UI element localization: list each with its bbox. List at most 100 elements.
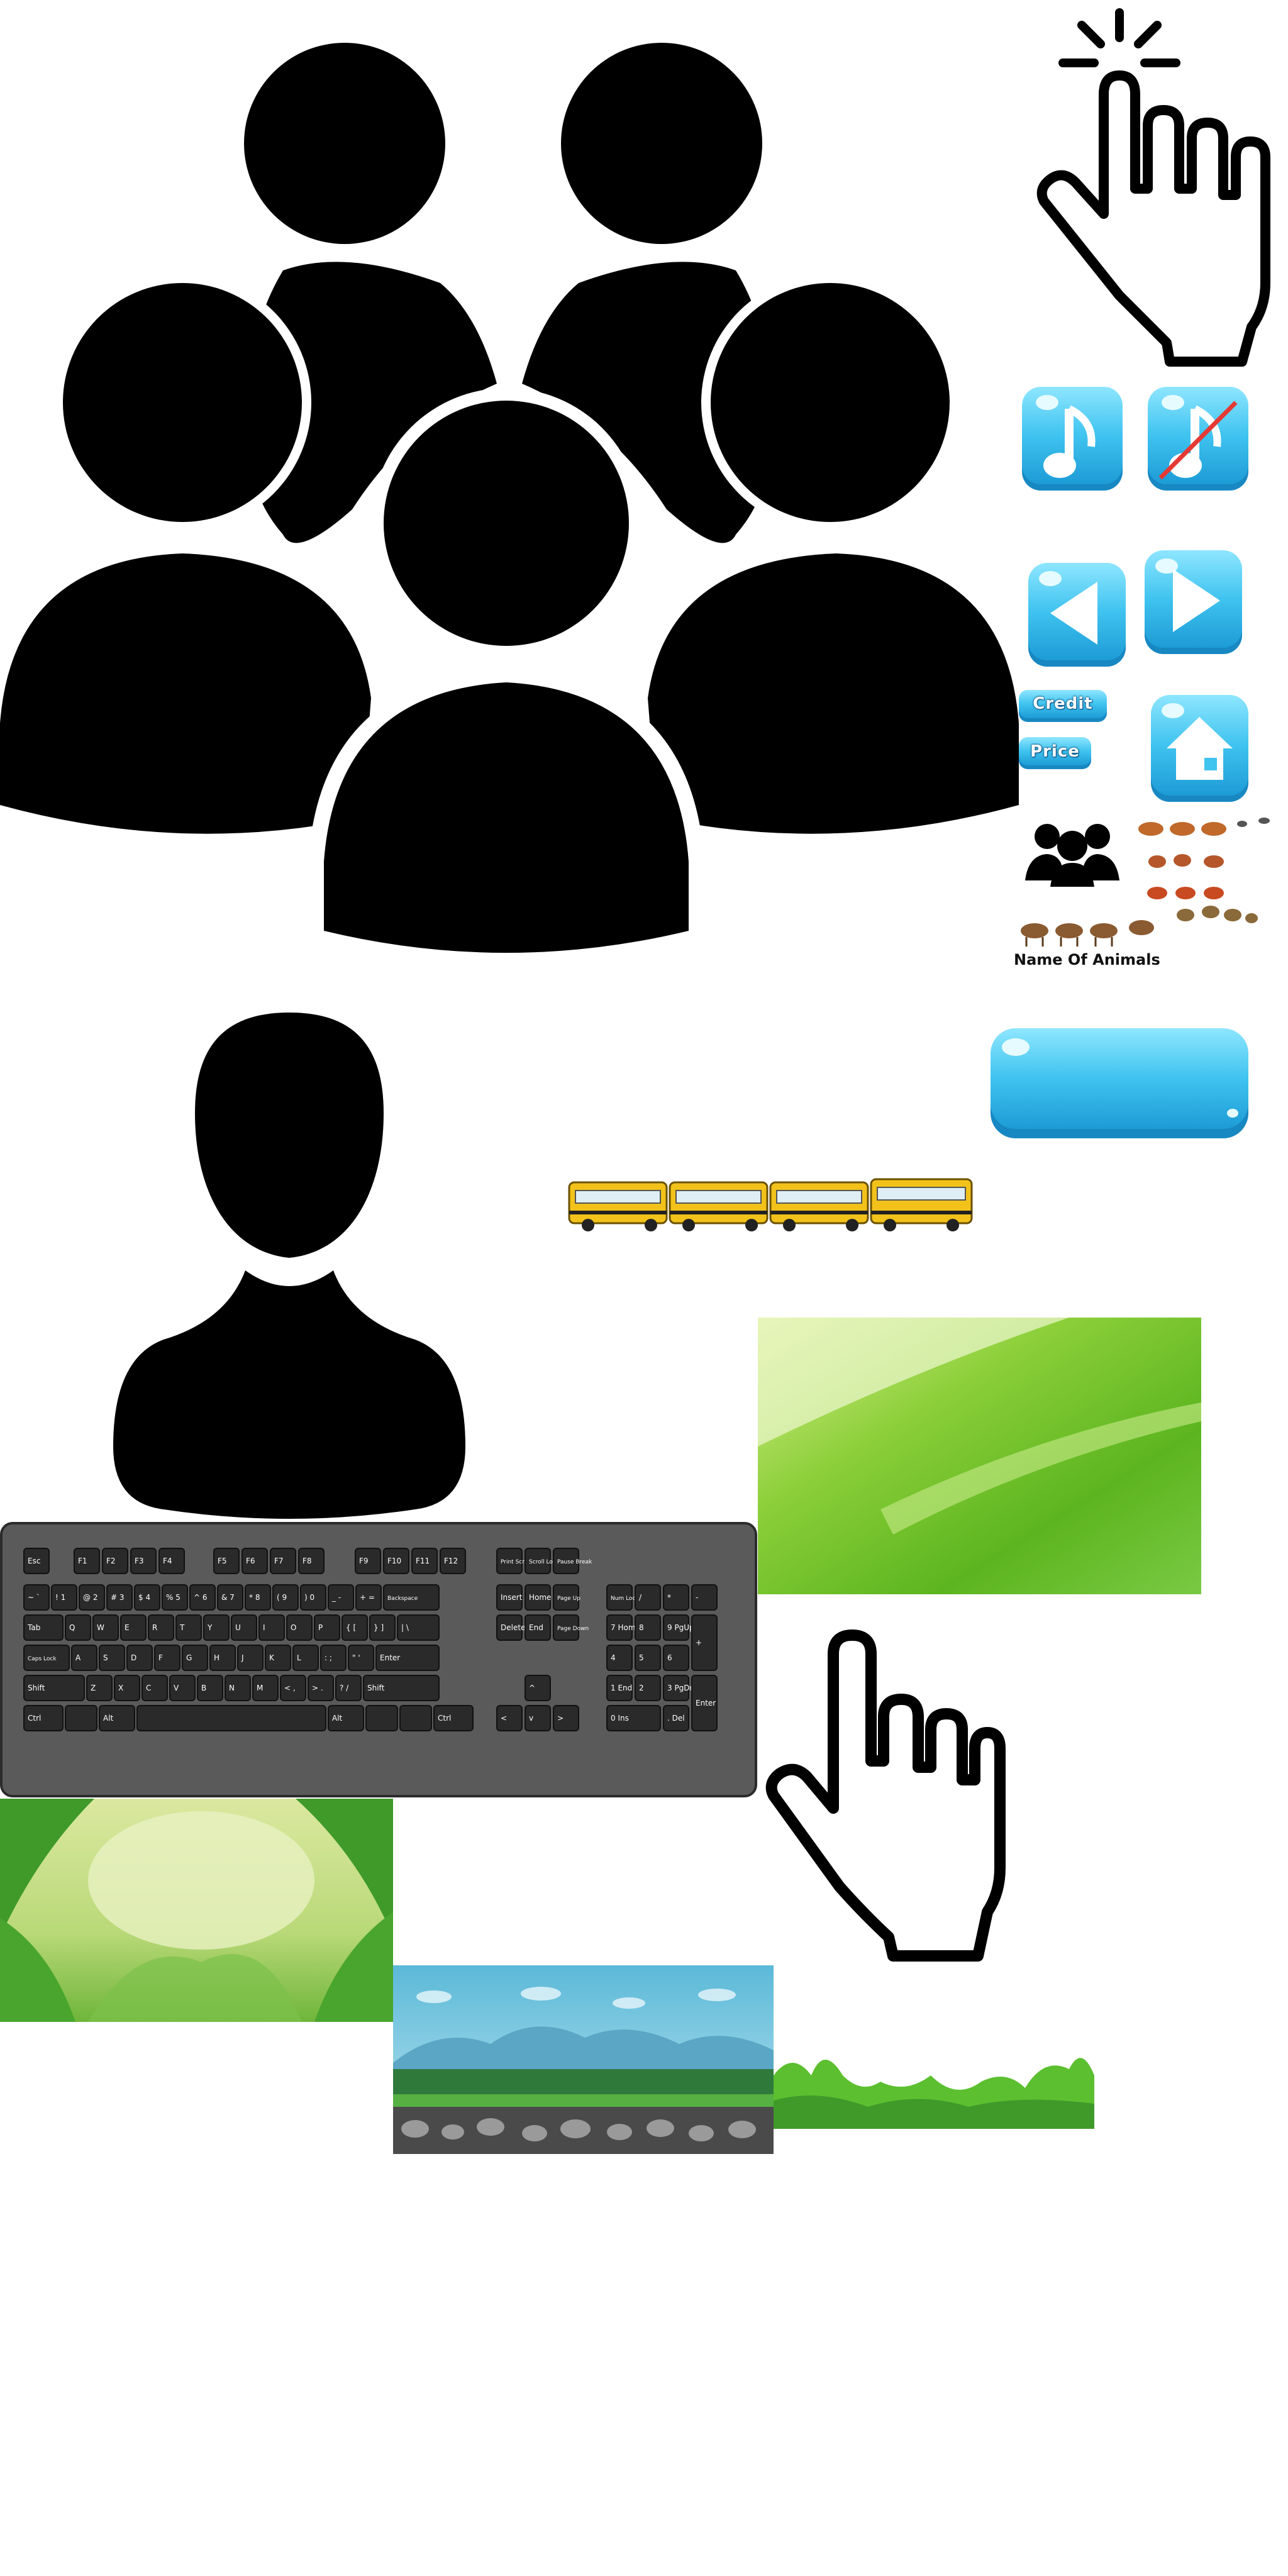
svg-text:Ctrl: Ctrl	[438, 1714, 451, 1723]
svg-text:Esc: Esc	[28, 1557, 40, 1565]
keyboard-key-numpad: 6	[663, 1645, 689, 1671]
svg-text:J: J	[241, 1653, 244, 1662]
svg-text:Tab: Tab	[27, 1623, 40, 1632]
svg-text:( 9: ( 9	[277, 1593, 287, 1602]
svg-text:Alt: Alt	[332, 1714, 343, 1723]
svg-text:F7: F7	[274, 1557, 284, 1565]
keyboard-key-numpad: Enter	[691, 1675, 718, 1731]
keyboard-key-function-row: F4	[158, 1548, 185, 1574]
svg-text:: ;: : ;	[325, 1653, 332, 1662]
keyboard-key-numpad: *	[663, 1584, 689, 1611]
previous-arrow-button-icon[interactable]	[1028, 563, 1126, 667]
keyboard-key-main: E	[120, 1614, 147, 1641]
keyboard-key-main: Shift	[363, 1675, 440, 1701]
keyboard-key-main: G	[182, 1645, 208, 1671]
keyboard-key-main: Z	[86, 1675, 113, 1701]
keyboard-key-main: ( 9	[272, 1584, 299, 1611]
svg-text:I: I	[263, 1623, 265, 1632]
keyboard-key-numpad: /	[635, 1584, 661, 1611]
svg-text:2: 2	[639, 1684, 644, 1692]
keyboard-key-main	[365, 1705, 398, 1731]
svg-text:0 Ins: 0 Ins	[611, 1714, 629, 1723]
keyboard-key-main: N	[225, 1675, 251, 1701]
home-button-icon[interactable]	[1151, 695, 1248, 802]
svg-text:| \: | \	[401, 1623, 409, 1632]
keyboard-key-nav: Page Up	[553, 1584, 580, 1611]
keyboard-key-nav: Home	[525, 1584, 551, 1611]
keyboard-key-main: { [	[341, 1614, 368, 1641]
svg-text:K: K	[269, 1653, 275, 1662]
svg-text:{ [: { [	[346, 1623, 356, 1632]
svg-text:Enter: Enter	[380, 1653, 400, 1662]
keyboard-key-main: % 5	[162, 1584, 188, 1611]
keyboard-key-function-row: F7	[270, 1548, 296, 1574]
keyboard-key-main: V	[169, 1675, 196, 1701]
wide-blank-button[interactable]	[991, 1028, 1248, 1138]
keyboard-key-numpad: 2	[635, 1675, 661, 1701]
svg-text:F5: F5	[218, 1557, 227, 1565]
keyboard-key-main: Q	[65, 1614, 91, 1641]
svg-text:W: W	[97, 1623, 104, 1632]
svg-text:Page Up: Page Up	[557, 1596, 580, 1602]
keyboard-key-function-row: F6	[242, 1548, 268, 1574]
svg-text:& 7: & 7	[221, 1593, 235, 1602]
svg-text:F12: F12	[444, 1557, 458, 1565]
keyboard-key-arrow-right: >	[553, 1705, 579, 1731]
keyboard-key-main: + =	[355, 1584, 382, 1611]
keyboard-key-arrow-up: ^	[525, 1675, 551, 1701]
svg-text:F: F	[158, 1653, 163, 1662]
keyboard-key-numpad: -	[691, 1584, 718, 1611]
svg-text:Caps Lock: Caps Lock	[28, 1656, 57, 1662]
keyboard-key-main: * 8	[245, 1584, 271, 1611]
svg-text:^ 6: ^ 6	[194, 1593, 208, 1602]
keyboard-key-main: | \	[397, 1614, 440, 1641]
svg-text:O: O	[291, 1623, 296, 1632]
keyboard-key-main: X	[114, 1675, 140, 1701]
keyboard-key-main: Tab	[23, 1614, 64, 1641]
keyboard-key-function-row: F11	[411, 1548, 438, 1574]
keyboard-key-main: R	[148, 1614, 174, 1641]
keyboard-key-main: # 3	[106, 1584, 133, 1611]
keyboard-key-main: ^ 6	[189, 1584, 216, 1611]
keyboard-key-function-row: F9	[355, 1548, 381, 1574]
keyboard-key-main: H	[209, 1645, 236, 1671]
keyboard-key-main: < ,	[280, 1675, 306, 1701]
svg-text:Y: Y	[207, 1623, 213, 1632]
svg-text:. Del: . Del	[667, 1714, 685, 1723]
keyboard-key-main: $ 4	[134, 1584, 160, 1611]
svg-text:Backspace: Backspace	[387, 1596, 418, 1602]
svg-text:Shift: Shift	[28, 1684, 45, 1692]
svg-text:End: End	[529, 1623, 543, 1632]
svg-text:E: E	[125, 1623, 130, 1632]
svg-text:Pause Break: Pause Break	[557, 1559, 592, 1565]
price-button-label: Price	[1030, 742, 1080, 761]
svg-text:9 PgUp: 9 PgUp	[667, 1623, 694, 1632]
keyboard-key-main: U	[231, 1614, 257, 1641]
svg-text:" ': " '	[352, 1653, 360, 1662]
svg-text:H: H	[214, 1653, 219, 1662]
keyboard-key-main	[65, 1705, 97, 1731]
svg-text:! 1: ! 1	[55, 1593, 65, 1602]
name-of-animals-title: Name Of Animals	[1014, 951, 1160, 969]
keyboard-key-main: M	[252, 1675, 279, 1701]
svg-text:$ 4: $ 4	[138, 1593, 150, 1602]
svg-text:v: v	[529, 1714, 533, 1723]
svg-text:T: T	[179, 1623, 185, 1632]
next-arrow-button-icon[interactable]	[1145, 550, 1242, 654]
svg-text:F2: F2	[106, 1557, 116, 1565]
svg-text:+: +	[696, 1638, 702, 1647]
keyboard-key-main: J	[237, 1645, 264, 1671]
music-off-button-icon[interactable]	[1148, 387, 1248, 491]
keyboard-key-main: Y	[203, 1614, 230, 1641]
pointing-hand-cursor-icon	[765, 1629, 1006, 1962]
keyboard-key-main: > .	[308, 1675, 334, 1701]
svg-text:Enter: Enter	[696, 1699, 716, 1707]
keyboard-key-main	[136, 1705, 326, 1731]
music-on-button-icon[interactable]	[1022, 387, 1123, 491]
svg-text:V: V	[174, 1684, 179, 1692]
keyboard-key-nav: Insert	[496, 1584, 523, 1611]
keyboard-key-main: W	[92, 1614, 119, 1641]
svg-text:Home: Home	[529, 1593, 551, 1602]
button-sprites	[0, 387, 1270, 2154]
keyboard-key-numpad: 4	[606, 1645, 633, 1671]
